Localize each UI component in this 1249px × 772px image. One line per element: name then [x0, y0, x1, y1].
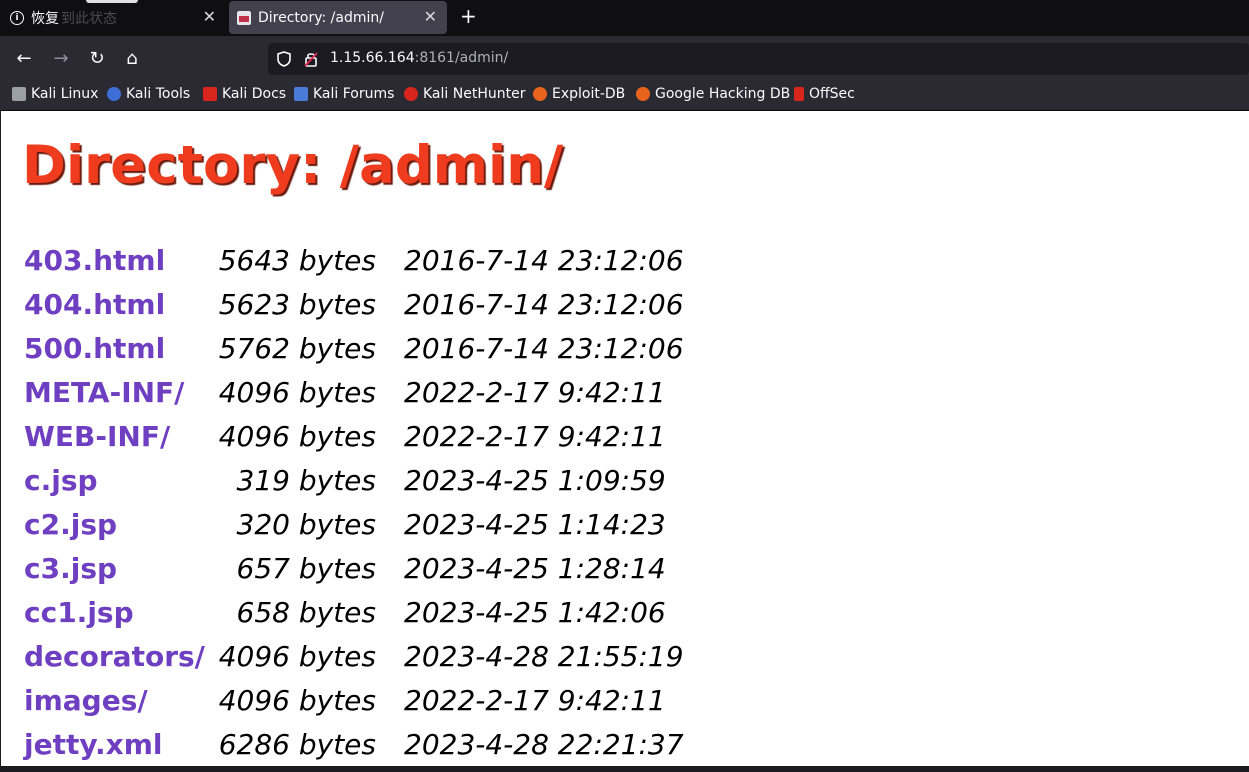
file-link[interactable]: decorators/ — [24, 640, 205, 673]
kali-dragon-icon — [12, 87, 26, 101]
file-link[interactable]: 500.html — [24, 332, 165, 365]
file-size: 5762 bytes — [218, 332, 376, 365]
file-link[interactable]: c.jsp — [24, 464, 98, 497]
bookmark-label: Kali NetHunter — [423, 86, 526, 102]
bookmark-label: Google Hacking DB — [655, 86, 791, 102]
bookmark-label: OffSec — [809, 86, 855, 102]
file-date: 2022-2-17 9:42:11 — [404, 376, 666, 409]
file-date: 2023-4-28 21:55:19 — [404, 640, 684, 673]
offsec-icon — [794, 87, 804, 101]
tab-directory-label: Directory: /admin/ — [258, 9, 384, 26]
file-row: decorators/4096 bytes 2023-4-28 21:55:19 — [1, 640, 1249, 684]
home-icon[interactable]: ⌂ — [120, 48, 144, 69]
tab-bar: i 恢复 到此状态 ✕ Directory: /admin/ ✕ + — [0, 0, 1249, 36]
close-tab-icon[interactable]: ✕ — [203, 7, 216, 26]
bookmark-label: Exploit-DB — [552, 86, 626, 102]
exploit-db-icon — [533, 87, 547, 101]
file-link[interactable]: c3.jsp — [24, 552, 117, 585]
file-link[interactable]: 403.html — [24, 244, 165, 277]
back-arrow-icon[interactable]: ← — [12, 48, 36, 69]
file-size: 4096 bytes — [218, 420, 376, 453]
file-row: images/4096 bytes 2022-2-17 9:42:11 — [1, 684, 1249, 728]
page-title: Directory: /admin/ — [22, 135, 564, 196]
bookmark-label: Kali Forums — [313, 86, 395, 102]
ghdb-icon — [636, 87, 650, 101]
bookmark-offsec[interactable]: OffSec — [794, 86, 855, 102]
file-row: 500.html 5762 bytes 2016-7-14 23:12:06 — [1, 332, 1249, 376]
tab-restore-label: 恢复 — [31, 10, 59, 27]
file-size: 319 bytes — [236, 464, 376, 497]
file-row: 403.html 5643 bytes 2016-7-14 23:12:06 — [1, 244, 1249, 288]
info-icon: i — [10, 10, 24, 25]
close-tab-icon[interactable]: ✕ — [424, 7, 437, 26]
file-size: 4096 bytes — [218, 640, 376, 673]
file-link[interactable]: META-INF/ — [24, 376, 184, 409]
new-tab-plus-icon[interactable]: + — [460, 4, 477, 28]
kali-docs-icon — [203, 87, 217, 101]
bookmark-kali-linux[interactable]: Kali Linux — [12, 86, 98, 102]
file-link[interactable]: c2.jsp — [24, 508, 117, 541]
file-date: 2016-7-14 23:12:06 — [404, 332, 684, 365]
file-size: 6286 bytes — [218, 728, 376, 761]
file-link[interactable]: jetty.xml — [24, 728, 163, 761]
file-date: 2023-4-25 1:09:59 — [404, 464, 666, 497]
file-size: 4096 bytes — [218, 684, 376, 717]
tab-directory-admin[interactable]: Directory: /admin/ ✕ — [229, 1, 447, 34]
file-date: 2022-2-17 9:42:11 — [404, 684, 666, 717]
tab-restore[interactable]: i 恢复 到此状态 ✕ — [0, 1, 226, 34]
file-row: c3.jsp 657 bytes 2023-4-25 1:28:14 — [1, 552, 1249, 596]
page-favicon-icon — [237, 10, 251, 25]
file-row: META-INF/4096 bytes 2022-2-17 9:42:11 — [1, 376, 1249, 420]
url-path: :8161/admin/ — [414, 50, 509, 66]
file-date: 2023-4-28 22:21:37 — [404, 728, 684, 761]
bookmark-kali-forums[interactable]: Kali Forums — [294, 86, 394, 102]
nethunter-icon — [404, 87, 418, 101]
bookmark-kali-nethunter[interactable]: Kali NetHunter — [404, 86, 525, 102]
reload-icon[interactable]: ↻ — [85, 48, 109, 69]
bookmark-google-hacking-db[interactable]: Google Hacking DB — [636, 86, 790, 102]
file-date: 2022-2-17 9:42:11 — [404, 420, 666, 453]
file-size: 5623 bytes — [218, 288, 376, 321]
file-size: 658 bytes — [236, 596, 376, 629]
file-size: 4096 bytes — [218, 376, 376, 409]
file-link[interactable]: images/ — [24, 684, 148, 717]
bookmark-kali-tools[interactable]: Kali Tools — [107, 86, 190, 102]
file-date: 2016-7-14 23:12:06 — [404, 288, 684, 321]
file-row: WEB-INF/4096 bytes 2022-2-17 9:42:11 — [1, 420, 1249, 464]
bookmark-label: Kali Linux — [31, 86, 99, 102]
url-bar[interactable]: 1.15.66.164:8161/admin/ — [268, 43, 1249, 75]
bookmark-exploit-db[interactable]: Exploit-DB — [533, 86, 625, 102]
file-date: 2023-4-25 1:42:06 — [404, 596, 666, 629]
file-size: 657 bytes — [236, 552, 376, 585]
page-content: Directory: /admin/ 403.html 5643 bytes 201… — [1, 111, 1249, 766]
bookmarks-bar: Kali Linux Kali Tools Kali Docs Kali For… — [0, 82, 1249, 111]
file-row: cc1.jsp 658 bytes 2023-4-25 1:42:06 — [1, 596, 1249, 640]
file-date: 2023-4-25 1:14:23 — [404, 508, 666, 541]
file-date: 2016-7-14 23:12:06 — [404, 244, 684, 277]
file-link[interactable]: 404.html — [24, 288, 165, 321]
insecure-lock-icon[interactable] — [304, 51, 318, 71]
nav-toolbar: ← → ↻ ⌂ 1.15.66.164:8161/admin/ — [0, 36, 1249, 82]
file-date: 2023-4-25 1:28:14 — [404, 552, 666, 585]
bookmark-label: Kali Tools — [126, 86, 191, 102]
kali-tools-icon — [107, 87, 121, 101]
bookmark-label: Kali Docs — [222, 86, 287, 102]
url-host: 1.15.66.164 — [330, 50, 415, 66]
file-link[interactable]: WEB-INF/ — [24, 420, 170, 453]
kali-forums-icon — [294, 87, 308, 101]
file-row: jetty.xml 6286 bytes 2023-4-28 22:21:37 — [1, 728, 1249, 772]
file-row: c.jsp 319 bytes 2023-4-25 1:09:59 — [1, 464, 1249, 508]
file-row: 404.html 5623 bytes 2016-7-14 23:12:06 — [1, 288, 1249, 332]
file-size: 320 bytes — [236, 508, 376, 541]
shield-icon[interactable] — [277, 51, 291, 71]
tab-restore-ghost-label: 到此状态 — [61, 10, 117, 27]
file-size: 5643 bytes — [218, 244, 376, 277]
file-link[interactable]: cc1.jsp — [24, 596, 134, 629]
file-row: c2.jsp 320 bytes 2023-4-25 1:14:23 — [1, 508, 1249, 552]
bookmark-kali-docs[interactable]: Kali Docs — [203, 86, 286, 102]
forward-arrow-icon[interactable]: → — [49, 48, 73, 69]
url-text[interactable]: 1.15.66.164:8161/admin/ — [330, 50, 508, 66]
